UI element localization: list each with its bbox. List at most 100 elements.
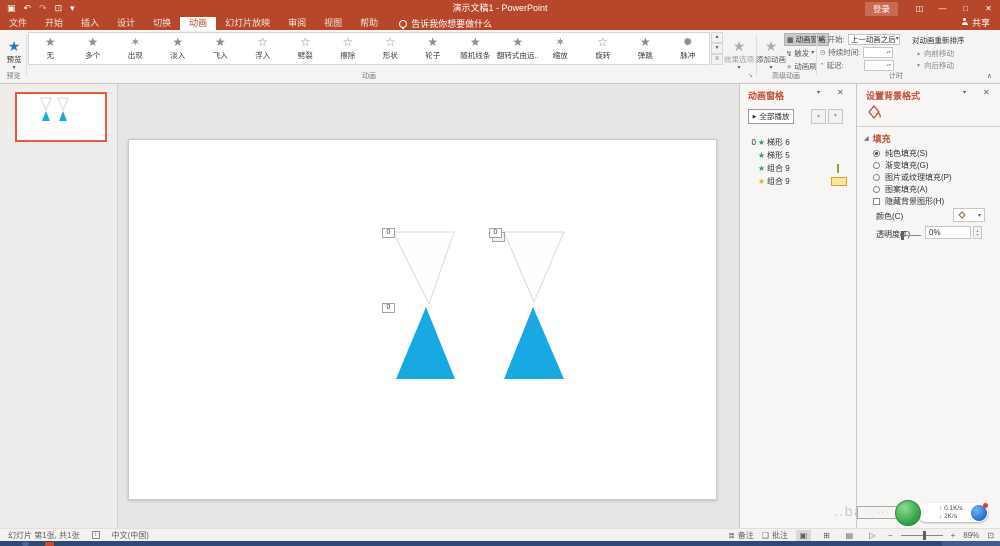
gallery-item-swivel[interactable]: ★翻转式由远.. [497, 33, 540, 64]
taskbar-tray[interactable] [942, 541, 1000, 546]
move-up-button[interactable]: ▴ [811, 109, 826, 124]
gradient-fill-option[interactable]: 渐变填充(G) [873, 160, 929, 171]
animation-list-item-4[interactable]: ★ 组合 9 [740, 175, 857, 188]
timeline-bar[interactable] [831, 177, 847, 186]
spinner-icon[interactable]: ▴▾ [887, 63, 891, 67]
tab-insert[interactable]: 插入 [72, 17, 108, 30]
fit-to-window-button[interactable]: ⊡ [987, 531, 994, 540]
timeline-bar[interactable] [837, 164, 839, 173]
taskbar [0, 541, 1000, 546]
slide-number-indicator[interactable]: 幻灯片 第1张, 共1张 [8, 530, 80, 541]
animation-number-badge-1[interactable]: 0 [382, 228, 395, 238]
accessibility-icon[interactable]: i [92, 531, 100, 539]
gallery-scroll-down[interactable]: ▾ [711, 43, 723, 54]
brush-star-icon: ★ [786, 63, 792, 71]
zoom-slider-thumb[interactable] [923, 531, 926, 540]
chevron-down-icon[interactable]: ▾ [817, 89, 820, 96]
move-down-button[interactable]: ▾ [828, 109, 843, 124]
pattern-fill-option[interactable]: 图案填充(A) [873, 184, 928, 195]
minimize-button[interactable]: — [931, 0, 954, 17]
zoom-slider[interactable] [901, 535, 943, 536]
comments-button[interactable]: ❑ 批注 [762, 530, 788, 541]
transparency-slider-track[interactable] [903, 235, 921, 236]
gallery-more-button[interactable]: ≡ [711, 54, 723, 65]
gallery-item-fade[interactable]: ★淡入 [157, 33, 200, 64]
zoom-percentage[interactable]: 89% [963, 531, 979, 540]
gallery-scroll-up[interactable]: ▴ [711, 32, 723, 43]
move-later-button[interactable]: ▼ 向后移动 [916, 60, 954, 71]
play-all-button[interactable]: ▶ 全部播放 [748, 109, 794, 124]
close-button[interactable]: ✕ [977, 0, 1000, 17]
gallery-item-multiple[interactable]: ★多个 [72, 33, 115, 64]
gallery-item-spin[interactable]: ☆旋转 [582, 33, 625, 64]
transparency-value-input[interactable]: 0% [925, 226, 971, 239]
filled-triangle-1[interactable] [396, 307, 455, 379]
animation-number-badge-2[interactable]: 0 [382, 303, 395, 313]
ribbon-display-options-icon[interactable]: ◫ [908, 0, 931, 17]
gallery-item-bounce[interactable]: ★弹跳 [624, 33, 667, 64]
taskbar-app-icon[interactable] [22, 542, 29, 546]
gallery-item-float-in[interactable]: ☆浮入 [242, 33, 285, 64]
hide-background-option[interactable]: 隐藏背景图形(H) [873, 196, 944, 207]
gallery-item-pulse[interactable]: ✹脉冲 [667, 33, 710, 64]
language-indicator[interactable]: 中文(中国) [112, 530, 149, 541]
gallery-item-zoom[interactable]: ✶缩放 [539, 33, 582, 64]
gallery-item-split[interactable]: ☆劈裂 [284, 33, 327, 64]
gallery-item-appear[interactable]: ✶出现 [114, 33, 157, 64]
filled-triangle-2[interactable] [504, 307, 564, 379]
delay-input[interactable]: ▴▾ [864, 60, 894, 71]
dialog-launcher-icon[interactable]: ↘ [748, 72, 753, 79]
animation-list-item-1[interactable]: 0 ★ 梯形 6 [740, 136, 857, 149]
fill-section-header[interactable]: ◢ 填充 [864, 132, 891, 145]
outline-triangle-1[interactable] [393, 232, 454, 304]
outline-triangle-2[interactable] [504, 232, 564, 302]
reading-view-button[interactable]: ▤ [842, 530, 857, 541]
move-earlier-button[interactable]: ▲ 向前移动 [916, 48, 954, 59]
tab-transitions[interactable]: 切换 [144, 17, 180, 30]
trigger-button[interactable]: ↯ 触发 ▾ [786, 47, 814, 60]
paint-bucket-icon[interactable] [865, 103, 883, 121]
gallery-item-wheel[interactable]: ★轮子 [412, 33, 455, 64]
green-ball-widget-icon[interactable] [895, 500, 921, 526]
notes-button[interactable]: ≣ 备注 [728, 530, 754, 541]
zoom-out-button[interactable]: − [888, 531, 893, 540]
tell-me-box[interactable]: 告诉我你想要做什么 [399, 17, 492, 30]
slide-sorter-view-button[interactable]: ⊞ [819, 530, 834, 541]
color-picker-button[interactable]: ▾ [953, 208, 985, 222]
close-icon[interactable]: ✕ [837, 88, 844, 97]
gallery-item-fly-in[interactable]: ★飞入 [199, 33, 242, 64]
collapse-ribbon-icon[interactable]: ∧ [987, 72, 992, 80]
solid-fill-option[interactable]: 纯色填充(S) [873, 148, 928, 159]
tab-file[interactable]: 文件 [0, 17, 36, 30]
tab-help[interactable]: 帮助 [351, 17, 387, 30]
tab-view[interactable]: 视图 [315, 17, 351, 30]
tab-home[interactable]: 开始 [36, 17, 72, 30]
tab-review[interactable]: 审阅 [279, 17, 315, 30]
tab-slideshow[interactable]: 幻灯片放映 [216, 17, 279, 30]
slideshow-view-button[interactable]: ▷ [865, 530, 880, 541]
maximize-button[interactable]: □ [954, 0, 977, 17]
tab-animations[interactable]: 动画 [180, 17, 216, 30]
chevron-down-icon[interactable]: ▾ [963, 89, 966, 96]
share-button[interactable]: 共享 [962, 17, 990, 30]
sign-in-button[interactable]: 登录 [865, 2, 898, 16]
zoom-in-button[interactable]: + [951, 531, 956, 540]
gallery-item-wipe[interactable]: ☆擦除 [327, 33, 370, 64]
normal-view-button[interactable]: ▣ [796, 530, 811, 541]
gallery-item-none[interactable]: ★无 [29, 33, 72, 64]
animation-list-item-2[interactable]: ★ 梯形 5 [740, 149, 857, 162]
spinner-icon[interactable]: ▴▾ [973, 226, 982, 239]
powerpoint-taskbar-icon[interactable] [45, 542, 54, 546]
duration-input[interactable]: ▴▾ [863, 47, 893, 58]
animation-list-item-3[interactable]: ★ 组合 9 [740, 162, 857, 175]
start-dropdown[interactable]: 上一动画之后 ▾ [848, 34, 900, 45]
slide-thumbnail-1[interactable] [15, 92, 107, 142]
gallery-item-random-bars[interactable]: ★随机线条 [454, 33, 497, 64]
slide-canvas[interactable]: 0 0 0 [128, 139, 717, 500]
close-icon[interactable]: ✕ [983, 88, 990, 97]
tab-design[interactable]: 设计 [108, 17, 144, 30]
gallery-item-shape[interactable]: ☆形状 [369, 33, 412, 64]
spinner-icon[interactable]: ▴▾ [886, 50, 890, 54]
picture-fill-option[interactable]: 图片或纹理填充(P) [873, 172, 952, 183]
animation-number-badge-3[interactable]: 0 [489, 228, 502, 238]
